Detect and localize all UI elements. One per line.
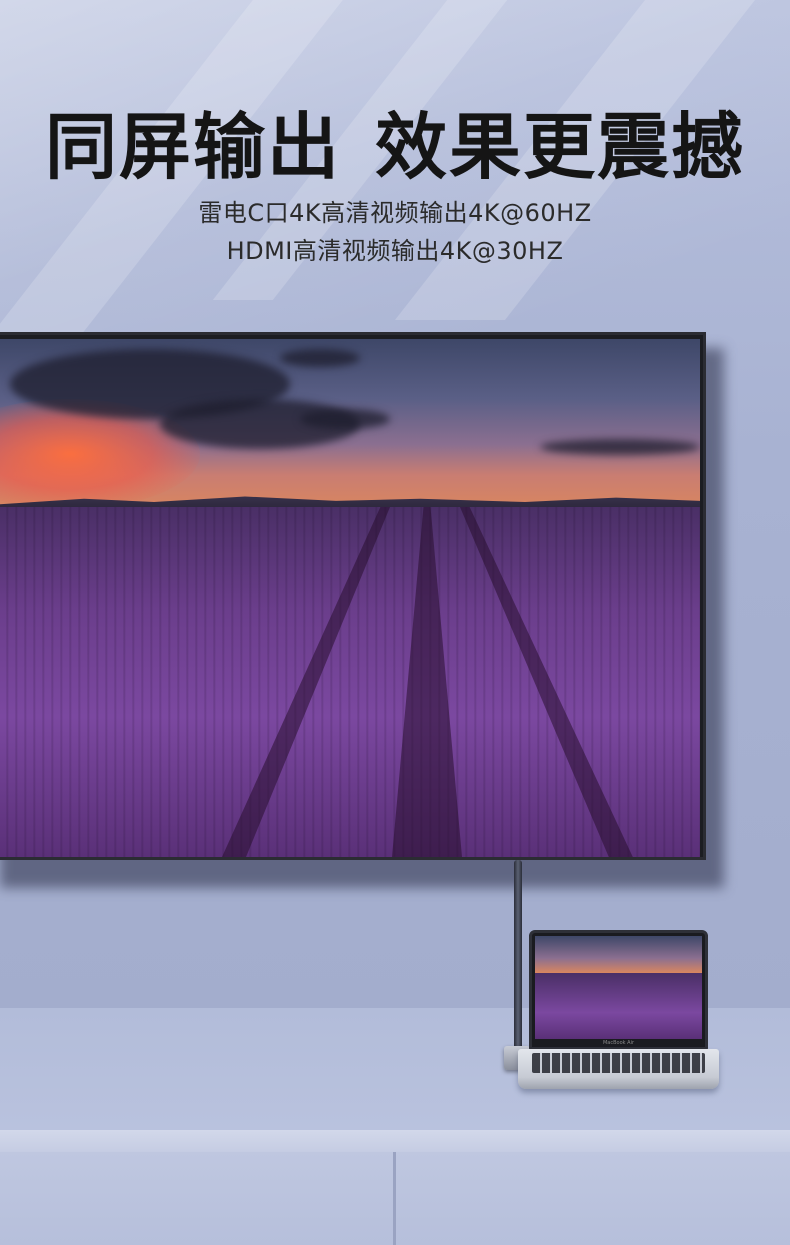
headline-part2: 效果更震撼 xyxy=(375,105,746,189)
laptop-sky xyxy=(535,936,702,974)
subtitle-line2: HDMI高清视频输出4K@30HZ xyxy=(226,237,564,265)
shelf-divider xyxy=(393,1152,396,1245)
laptop-brand: MacBook Air xyxy=(602,1040,635,1046)
shelf-edge xyxy=(0,1130,790,1152)
laptop-lid: MacBook Air xyxy=(529,930,708,1050)
headline-part1: 同屏输出 xyxy=(44,105,341,189)
laptop-field xyxy=(535,973,702,1039)
cloud xyxy=(540,439,700,455)
laptop-keyboard xyxy=(532,1053,705,1073)
subtitle-line1: 雷电C口4K高清视频输出4K@60HZ xyxy=(198,199,592,227)
cloud xyxy=(300,409,390,429)
hdmi-cable xyxy=(514,860,522,1056)
tv-monitor xyxy=(0,332,706,860)
laptop-screen-image xyxy=(535,936,702,1039)
page-headline: 同屏输出 效果更震撼 xyxy=(0,88,790,193)
tv-screen-image xyxy=(0,339,700,857)
cloud xyxy=(280,349,360,367)
